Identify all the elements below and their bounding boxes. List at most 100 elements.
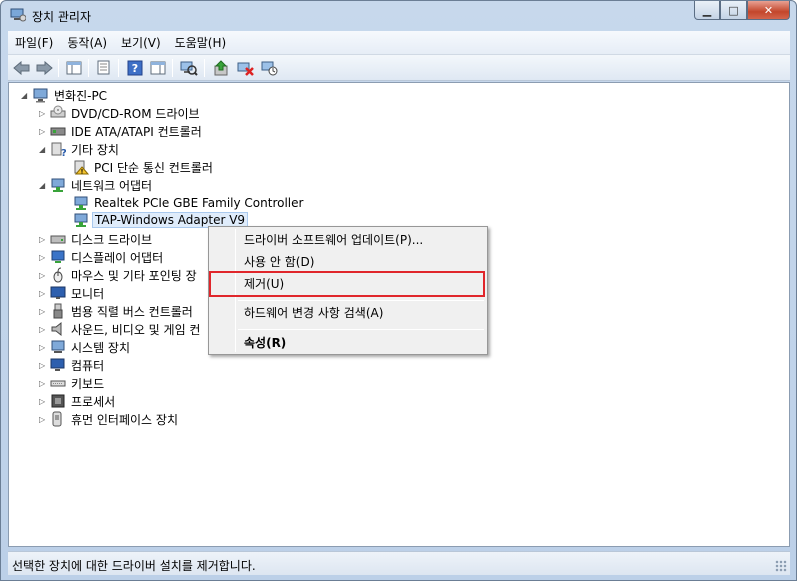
help-icon: ? — [127, 60, 143, 75]
tree-item-processor[interactable]: ▷ 프로세서 — [39, 392, 117, 410]
dvd-drive-icon — [50, 105, 66, 121]
system-device-icon — [50, 339, 66, 355]
svg-text:?: ? — [132, 62, 138, 75]
tree-item-monitor[interactable]: ▷ 모니터 — [39, 284, 106, 302]
processor-icon — [50, 393, 66, 409]
tree-item-network[interactable]: ◢ 네트워크 어댑터 — [39, 176, 154, 194]
collapse-icon[interactable]: ◢ — [21, 91, 30, 100]
menu-file[interactable]: 파일(F) — [8, 33, 60, 53]
tree-item-realtek[interactable]: Realtek PCIe GBE Family Controller — [73, 194, 305, 212]
collapse-icon[interactable]: ◢ — [39, 181, 48, 190]
close-button[interactable]: ✕ — [747, 1, 790, 20]
forward-button[interactable] — [34, 58, 54, 77]
update-driver-toolbar-button[interactable] — [212, 58, 232, 77]
collapse-icon[interactable]: ◢ — [39, 145, 48, 154]
monitor-icon — [50, 285, 66, 301]
show-hide-console-tree-button[interactable] — [64, 58, 84, 77]
tree-item-keyboard[interactable]: ▷ 키보드 — [39, 374, 106, 392]
device-manager-icon — [10, 8, 27, 22]
properties-toolbar-button[interactable] — [94, 58, 114, 77]
menu-disable[interactable]: 사용 안 함(D) — [212, 251, 484, 273]
menu-action[interactable]: 동작(A) — [60, 33, 114, 53]
tree-item-disk[interactable]: ▷ 디스크 드라이브 — [39, 230, 154, 248]
tree-item-label: 사운드, 비디오 및 게임 컨 — [71, 322, 201, 337]
tree-item-label: PCI 단순 통신 컨트롤러 — [94, 160, 213, 175]
expand-icon[interactable]: ▷ — [39, 271, 48, 280]
svg-text:?: ? — [61, 148, 66, 157]
expand-icon[interactable]: ▷ — [39, 307, 48, 316]
expand-icon[interactable]: ▷ — [39, 253, 48, 262]
expand-icon[interactable]: ▷ — [39, 109, 48, 118]
properties-icon — [97, 60, 110, 75]
tree-item-label: 모니터 — [71, 286, 105, 301]
minimize-button[interactable]: ▁ — [694, 1, 720, 20]
toolbar-separator — [204, 59, 205, 77]
expand-icon[interactable]: ▷ — [39, 235, 48, 244]
tree-item-hid[interactable]: ▷ 휴먼 인터페이스 장치 — [39, 410, 180, 428]
unknown-device-icon: ? — [50, 141, 66, 157]
network-adapter-icon — [73, 195, 89, 211]
back-button[interactable] — [12, 58, 32, 77]
scan-hardware-toolbar-button[interactable] — [179, 58, 199, 77]
tree-item-other-devices[interactable]: ◢ ? 기타 장치 — [39, 140, 121, 158]
menu-view[interactable]: 보기(V) — [114, 33, 168, 53]
tree-item-label: 컴퓨터 — [71, 358, 105, 373]
tree-item-label: 시스템 장치 — [71, 340, 131, 355]
title-bar[interactable]: 장치 관리자 ▁ □ ✕ — [1, 1, 796, 31]
tree-item-sound[interactable]: ▷ 사운드, 비디오 및 게임 컨 — [39, 320, 202, 338]
display-adapter-icon — [50, 249, 66, 265]
forward-arrow-icon — [36, 60, 53, 75]
menu-separator — [238, 300, 484, 301]
uninstall-highlight-box — [209, 271, 485, 297]
tree-item-computer[interactable]: ▷ 컴퓨터 — [39, 356, 106, 374]
tree-item-display[interactable]: ▷ 디스플레이 어댑터 — [39, 248, 165, 266]
back-arrow-icon — [13, 60, 30, 75]
uninstall-toolbar-button[interactable] — [236, 58, 256, 77]
network-adapter-icon — [73, 212, 89, 228]
tree-item-label: 휴먼 인터페이스 장치 — [71, 412, 178, 427]
close-icon: ✕ — [763, 3, 774, 17]
disable-device-icon — [261, 61, 278, 75]
usb-controller-icon — [50, 303, 66, 319]
hid-device-icon — [50, 411, 66, 427]
tree-item-label: 디스크 드라이브 — [71, 232, 153, 247]
tree-item-system[interactable]: ▷ 시스템 장치 — [39, 338, 132, 356]
expand-icon[interactable]: ▷ — [39, 127, 48, 136]
expand-icon[interactable]: ▷ — [39, 361, 48, 370]
menu-scan-hardware[interactable]: 하드웨어 변경 사항 검색(A) — [212, 302, 484, 324]
console-tree-icon — [66, 61, 82, 74]
warning-device-icon: ! — [73, 159, 89, 175]
maximize-button[interactable]: □ — [720, 1, 747, 20]
action-pane-button[interactable] — [148, 58, 168, 77]
update-driver-icon — [214, 59, 228, 75]
expand-icon[interactable]: ▷ — [39, 325, 48, 334]
expand-icon[interactable]: ▷ — [39, 397, 48, 406]
toolbar-separator — [88, 59, 89, 77]
menu-update-driver[interactable]: 드라이버 소프트웨어 업데이트(P)... — [212, 229, 484, 251]
tree-root[interactable]: ◢ 변화진-PC — [21, 86, 109, 104]
toolbar-separator — [172, 59, 173, 77]
expand-icon[interactable]: ▷ — [39, 415, 48, 424]
mouse-icon — [50, 267, 66, 283]
tree-item-mouse[interactable]: ▷ 마우스 및 기타 포인팅 장 — [39, 266, 199, 284]
tree-root-label: 변화진-PC — [54, 88, 108, 103]
tree-item-pci[interactable]: ! PCI 단순 통신 컨트롤러 — [73, 158, 215, 176]
tree-item-usb[interactable]: ▷ 범용 직렬 버스 컨트롤러 — [39, 302, 195, 320]
expand-icon[interactable]: ▷ — [39, 343, 48, 352]
expand-icon[interactable]: ▷ — [39, 289, 48, 298]
menu-help[interactable]: 도움말(H) — [168, 33, 234, 53]
help-button[interactable]: ? — [125, 58, 145, 77]
resize-grip-icon[interactable] — [775, 560, 787, 572]
tree-item-dvd[interactable]: ▷ DVD/CD-ROM 드라이브 — [39, 104, 202, 122]
svg-text:!: ! — [81, 169, 84, 176]
menu-properties[interactable]: 속성(R) — [212, 332, 484, 354]
toolbar-separator — [58, 59, 59, 77]
tree-item-label: 네트워크 어댑터 — [71, 178, 153, 193]
tree-item-ide[interactable]: ▷ IDE ATA/ATAPI 컨트롤러 — [39, 122, 204, 140]
tree-item-label: 디스플레이 어댑터 — [71, 250, 164, 265]
toolbar: ? — [8, 55, 790, 81]
tree-item-label: DVD/CD-ROM 드라이브 — [71, 106, 200, 121]
expand-icon[interactable]: ▷ — [39, 379, 48, 388]
disable-toolbar-button[interactable] — [260, 58, 280, 77]
disk-drive-icon — [50, 231, 66, 247]
